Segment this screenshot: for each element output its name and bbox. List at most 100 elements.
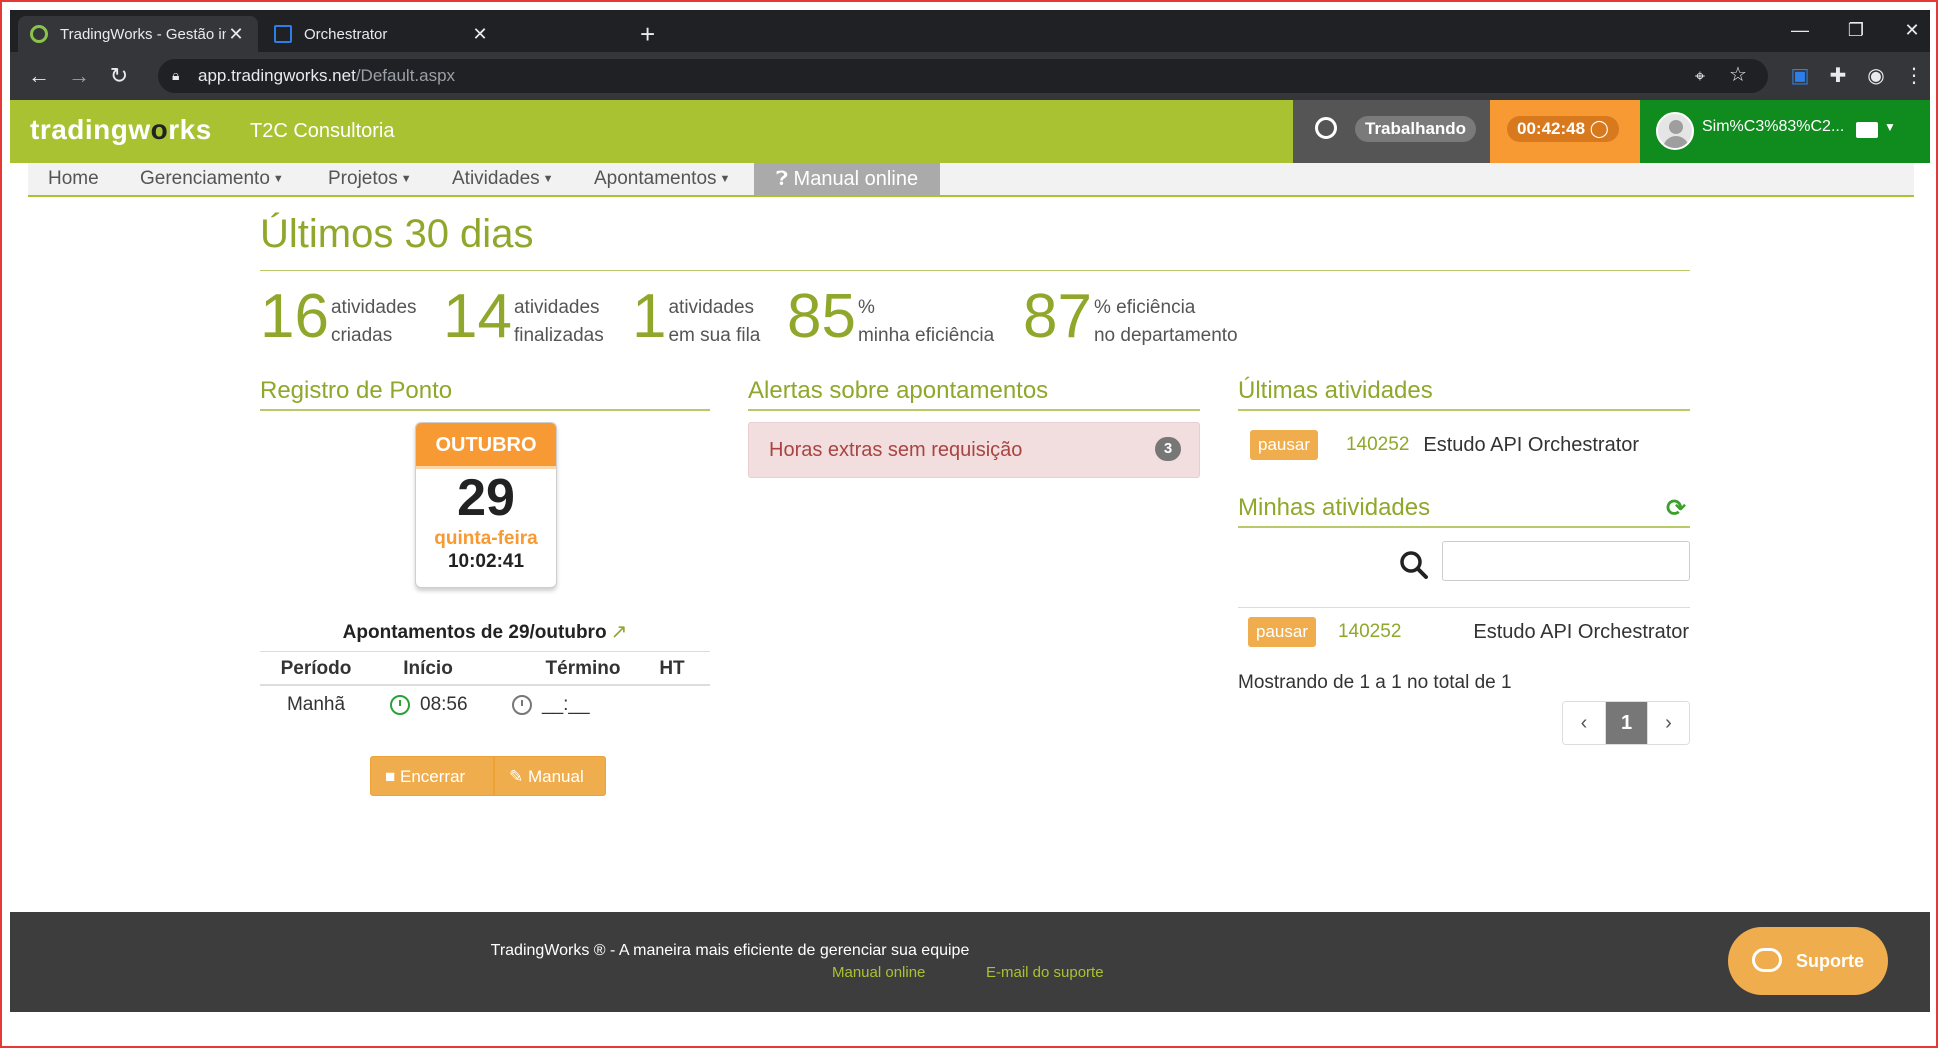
- tab-tradingworks[interactable]: TradingWorks - Gestão inteligent ✕: [18, 16, 258, 52]
- uipath-extension-icon[interactable]: ▣: [1786, 65, 1814, 87]
- section-title-minhas: Minhas atividades: [1238, 494, 1431, 521]
- pausar-button[interactable]: pausar: [1248, 617, 1316, 647]
- tradingworks-logo[interactable]: tradingworks: [30, 114, 212, 146]
- lock-icon[interactable]: 🔒︎: [172, 67, 179, 84]
- url-text[interactable]: app.tradingworks.net/Default.aspx: [198, 66, 455, 86]
- cell-ht: [634, 685, 710, 724]
- back-icon[interactable]: ←: [24, 62, 54, 90]
- calendar-day: 29: [457, 469, 515, 527]
- section-title-alertas: Alertas sobre apontamentos: [748, 377, 1049, 404]
- stat-finished: 14 atividades finalizadas: [443, 282, 604, 351]
- bookmark-star-icon[interactable]: ☆: [1724, 64, 1752, 86]
- refresh-icon[interactable]: ⟳: [1666, 494, 1686, 523]
- company-name: T2C Consultoria: [250, 120, 395, 142]
- restore-icon[interactable]: ❐: [1836, 20, 1876, 41]
- menu-manual-online[interactable]: ❓︎ Manual online: [754, 163, 940, 195]
- column-header: Início: [372, 651, 484, 686]
- search-icon[interactable]: [1399, 550, 1429, 580]
- page-button[interactable]: 1: [1605, 702, 1647, 744]
- calendar-widget: OUTUBRO 29 quinta-feira 10:02:41: [415, 422, 557, 588]
- profile-avatar-icon[interactable]: ◉: [1862, 65, 1890, 87]
- extensions-puzzle-icon[interactable]: ✚: [1824, 65, 1852, 87]
- stat-created: 16 atividades criadas: [260, 282, 417, 351]
- user-menu[interactable]: Sim%C3%83%C2... ▼: [1640, 100, 1930, 163]
- reload-icon[interactable]: ↻: [104, 62, 134, 90]
- url-bar[interactable]: 🔒︎ app.tradingworks.net/Default.aspx ⌖ ☆: [158, 59, 1768, 93]
- minimize-icon[interactable]: —: [1780, 20, 1820, 41]
- clock-icon: [390, 694, 410, 715]
- activity-id[interactable]: 140252: [1346, 434, 1409, 456]
- encerrar-button[interactable]: ■ Encerrar: [370, 756, 494, 796]
- stat-dept-efficiency: 87 % eficiência no departamento: [1023, 282, 1238, 351]
- list-item: pausar 140252 Estudo API Orchestrator: [1250, 430, 1639, 460]
- footer-tagline: TradingWorks ® - A maneira mais eficient…: [490, 942, 970, 959]
- mail-icon[interactable]: [1856, 122, 1878, 138]
- chevron-down-icon[interactable]: ▼: [1884, 120, 1896, 134]
- status-badge[interactable]: Trabalhando: [1355, 116, 1477, 142]
- activity-id[interactable]: 140252: [1338, 621, 1401, 643]
- table-row: Manhã 08:56 __:__: [260, 685, 710, 724]
- avatar: [1656, 112, 1694, 150]
- stop-square-icon: ■: [385, 767, 396, 786]
- prev-page-icon[interactable]: ‹: [1563, 702, 1605, 744]
- work-timer[interactable]: 00:42:48 ◯: [1490, 100, 1640, 163]
- pausar-button[interactable]: pausar: [1250, 430, 1318, 460]
- menu-gerenciamento[interactable]: Gerenciamento ▼: [140, 163, 284, 195]
- external-link-icon[interactable]: ↗: [611, 621, 628, 643]
- calendar-weekday: quinta-feira: [434, 528, 538, 549]
- work-status[interactable]: Trabalhando: [1293, 100, 1490, 163]
- tab-bar: TradingWorks - Gestão inteligent ✕ Orche…: [10, 10, 1930, 52]
- activity-name[interactable]: Estudo API Orchestrator: [1473, 621, 1689, 644]
- menu-apontamentos[interactable]: Apontamentos ▼: [594, 163, 730, 195]
- alert-item[interactable]: Horas extras sem requisição 3: [748, 422, 1200, 478]
- footer-link-manual[interactable]: Manual online: [832, 964, 925, 981]
- edit-icon: ✎: [509, 767, 524, 786]
- column-header: Período: [260, 651, 372, 686]
- menu-atividades[interactable]: Atividades ▼: [452, 163, 554, 195]
- tab-orchestrator[interactable]: Orchestrator ✕: [262, 16, 502, 52]
- forward-icon[interactable]: →: [64, 62, 94, 90]
- chat-bubble-icon: [1752, 948, 1782, 972]
- divider: [1238, 526, 1690, 528]
- new-tab-button[interactable]: +: [640, 20, 655, 48]
- caret-down-icon: ▼: [272, 173, 284, 185]
- app-header: tradingworks T2C Consultoria Trabalhando…: [10, 100, 1930, 163]
- caret-down-icon: ▼: [719, 173, 731, 185]
- browser-window: TradingWorks - Gestão inteligent ✕ Orche…: [0, 0, 1938, 1048]
- divider: [1238, 409, 1690, 411]
- section-title-ultimas: Últimas atividades: [1238, 377, 1433, 404]
- next-page-icon[interactable]: ›: [1647, 702, 1689, 744]
- pagination: ‹ 1 ›: [1562, 701, 1690, 745]
- ponto-table: Período Início Término HT Manhã 08:56 __…: [260, 651, 710, 724]
- search-input[interactable]: [1442, 541, 1690, 581]
- manual-button[interactable]: ✎ Manual: [494, 756, 606, 796]
- username: Sim%C3%83%C2...: [1702, 118, 1845, 135]
- cell-periodo: Manhã: [286, 694, 346, 715]
- close-tab-icon[interactable]: ✕: [470, 24, 490, 45]
- activity-name[interactable]: Estudo API Orchestrator: [1423, 434, 1639, 457]
- location-icon[interactable]: ⌖: [1686, 65, 1714, 87]
- close-tab-icon[interactable]: ✕: [226, 24, 246, 45]
- clock-icon: [512, 694, 532, 715]
- page-title: Últimos 30 dias: [260, 212, 534, 256]
- help-circle-icon: ❓︎: [775, 168, 788, 190]
- caret-down-icon: ▼: [542, 173, 554, 185]
- cell-inicio: 08:56: [372, 685, 484, 724]
- menu-projetos[interactable]: Projetos ▼: [328, 163, 412, 195]
- menu-kebab-icon[interactable]: ⋮: [1900, 65, 1928, 87]
- timer-badge[interactable]: 00:42:48 ◯: [1507, 116, 1619, 142]
- footer: TradingWorks ® - A maneira mais eficient…: [10, 912, 1930, 1012]
- footer-link-email[interactable]: E-mail do suporte: [986, 964, 1104, 981]
- clock-icon: [1315, 117, 1337, 139]
- menu-home[interactable]: Home: [48, 163, 99, 195]
- column-header: HT: [634, 651, 710, 686]
- list-item: pausar 140252 Estudo API Orchestrator: [1248, 617, 1689, 647]
- window-close-icon[interactable]: ✕: [1892, 20, 1932, 41]
- tab-title: TradingWorks - Gestão inteligent: [60, 25, 226, 43]
- tab-title: Orchestrator: [304, 25, 388, 43]
- main-menu: Home Gerenciamento ▼ Projetos ▼ Atividades…: [28, 163, 1914, 197]
- uipath-favicon-icon: [274, 25, 292, 43]
- cell-termino: __:__: [484, 685, 634, 724]
- alert-count-badge: 3: [1155, 437, 1181, 461]
- calendar-month: OUTUBRO: [416, 423, 556, 469]
